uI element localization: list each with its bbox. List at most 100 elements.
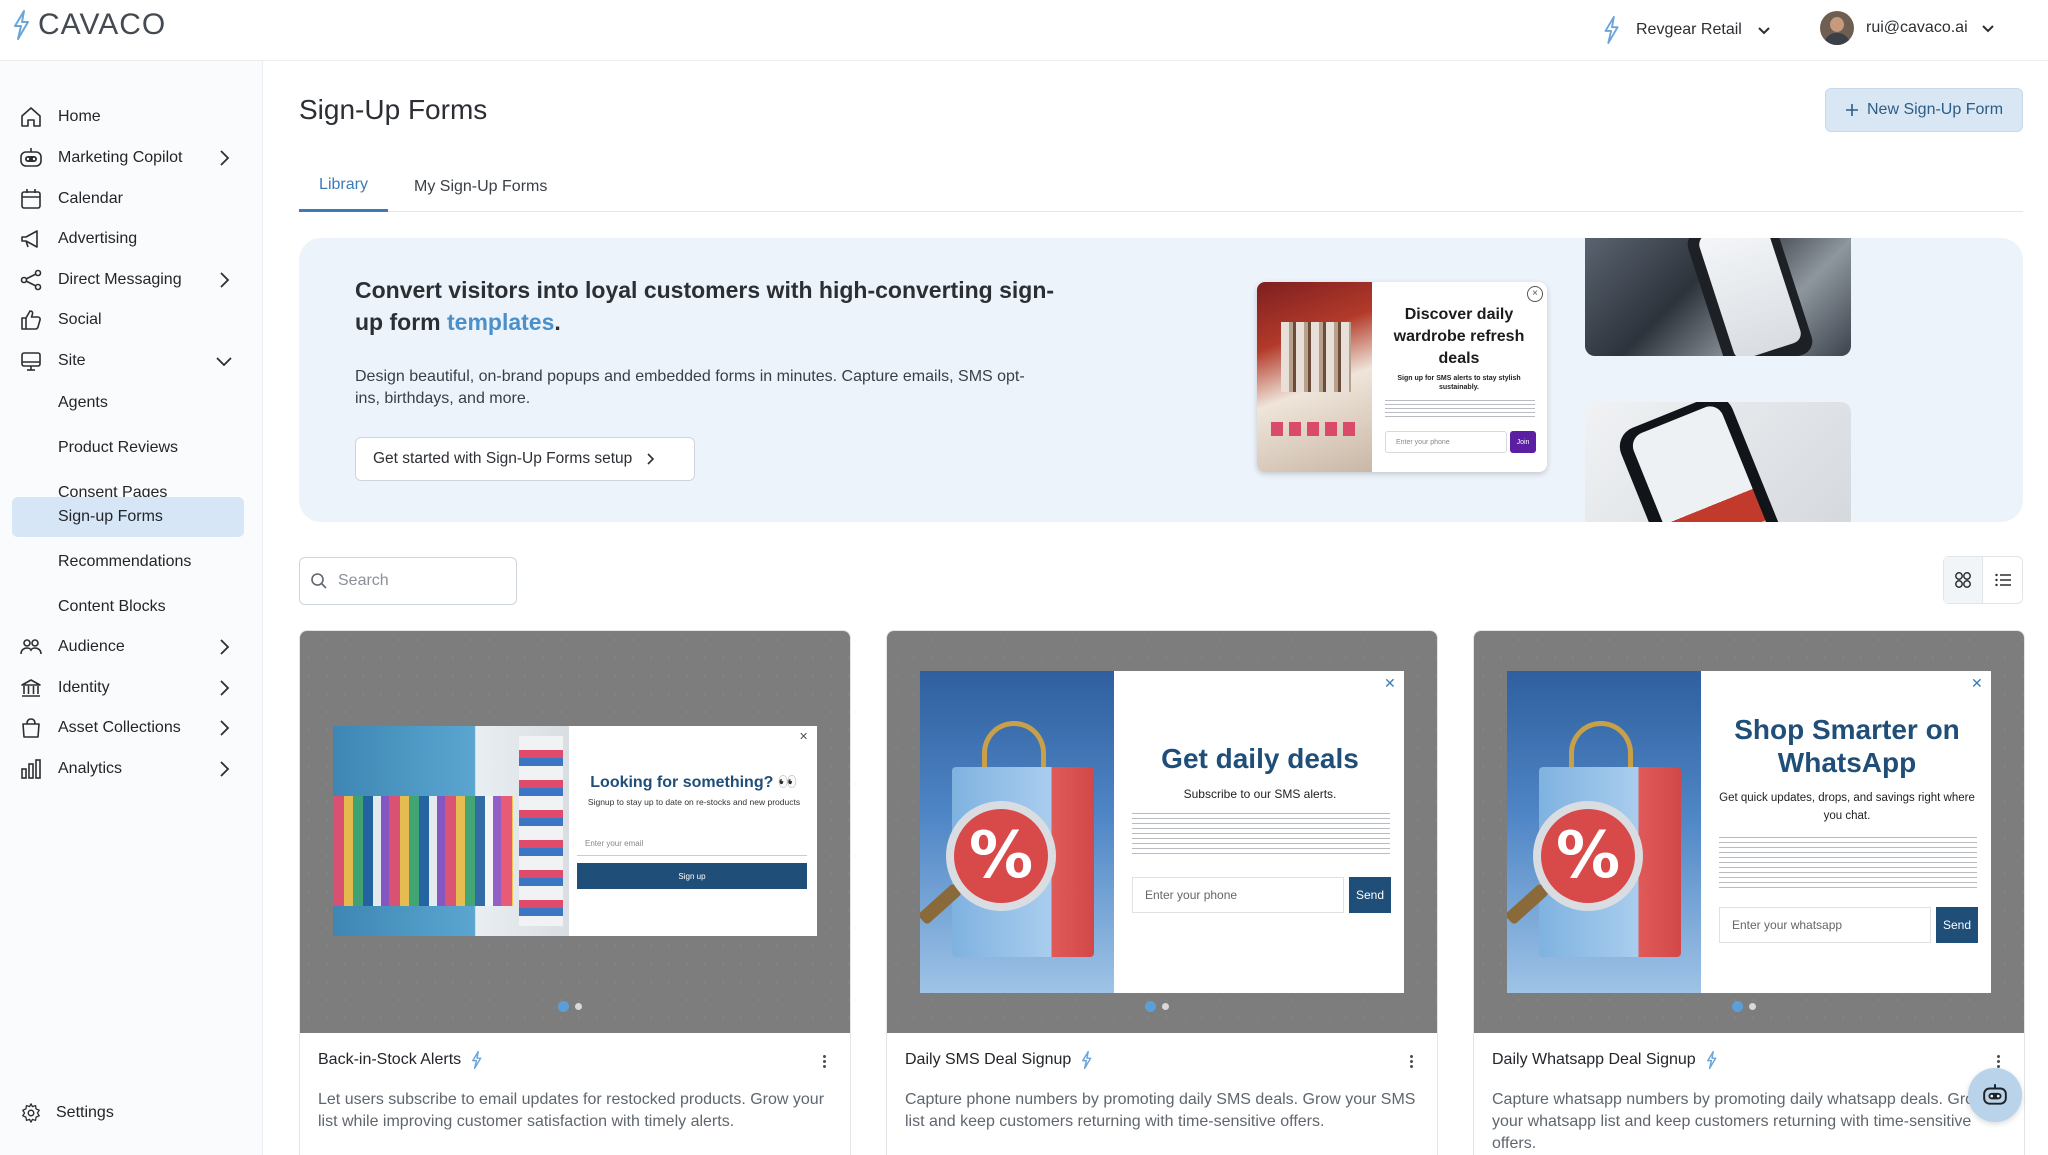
get-started-button[interactable]: Get started with Sign-Up Forms setup [355, 437, 695, 481]
search-input[interactable] [338, 572, 498, 590]
carousel-dot[interactable] [1145, 1001, 1156, 1012]
tab-label: Library [319, 176, 368, 193]
card-preview[interactable]: ✕ Looking for something? 👀 Signup to sta… [300, 631, 850, 1033]
sidebar-item-calendar[interactable]: Calendar [12, 180, 244, 218]
card-preview[interactable]: % ✕ Get daily deals Subscribe to our SMS… [887, 631, 1437, 1033]
template-card-back-in-stock[interactable]: ✕ Looking for something? 👀 Signup to sta… [299, 630, 851, 1155]
grid-view-button[interactable] [1944, 557, 1984, 603]
sidebar-item-asset-collections[interactable]: Asset Collections [12, 709, 244, 747]
bolt-icon [1082, 1051, 1092, 1069]
chevron-right-icon[interactable] [214, 270, 234, 290]
close-icon: ✕ [1971, 675, 1983, 691]
sidebar-item-content-blocks[interactable]: Content Blocks [12, 587, 244, 627]
carousel-dot[interactable] [1749, 1003, 1756, 1010]
sidebar-item-recommendations[interactable]: Recommendations [12, 542, 244, 582]
sidebar-item-home[interactable]: Home [12, 98, 244, 136]
page-title: Sign-Up Forms [299, 94, 488, 125]
bolt-icon [1604, 16, 1619, 44]
sidebar-item-label: Product Reviews [58, 439, 179, 456]
search-box[interactable] [299, 557, 517, 605]
preview-title: Shop Smarter on WhatsApp [1734, 714, 1960, 778]
sidebar-item-audience[interactable]: Audience [12, 628, 244, 666]
chevron-right-icon[interactable] [214, 718, 234, 738]
app-logo[interactable]: CAVACO [12, 8, 166, 42]
carousel-dot[interactable] [575, 1003, 582, 1010]
boutique-image [1257, 282, 1372, 472]
chevron-right-icon[interactable] [214, 637, 234, 657]
carousel-dot[interactable] [1162, 1003, 1169, 1010]
sidebar-item-site[interactable]: Site [12, 342, 244, 380]
sidebar-item-agents[interactable]: Agents [12, 383, 244, 423]
sidebar-item-marketing-copilot[interactable]: Marketing Copilot [12, 139, 244, 177]
chevron-right-icon[interactable] [214, 678, 234, 698]
assistant-chat-button[interactable] [1968, 1068, 2022, 1122]
chevron-down-icon[interactable] [214, 351, 234, 371]
gear-icon [22, 1103, 40, 1123]
headline-accent[interactable]: templates [447, 309, 554, 335]
sidebar-item-advertising[interactable]: Advertising [12, 220, 244, 258]
plus-icon [1845, 104, 1858, 116]
more-options-icon[interactable] [816, 1051, 832, 1071]
shopping-bag-image: % [1507, 671, 1701, 993]
tab-bar: Library My Sign-Up Forms [299, 161, 2023, 212]
tab-library[interactable]: Library [299, 161, 388, 212]
close-icon: ✕ [799, 731, 809, 743]
sidebar-item-sign-up-forms[interactable]: Sign-up Forms [12, 497, 244, 537]
tab-label: My Sign-Up Forms [414, 177, 548, 195]
bolt-logo-icon [14, 10, 29, 40]
sidebar-item-social[interactable]: Social [12, 301, 244, 339]
promo-phone-input: Enter your phone [1385, 431, 1507, 453]
shopify-phone-image [1585, 402, 1851, 522]
new-sign-up-form-button[interactable]: New Sign-Up Form [1825, 88, 2023, 132]
carousel-dots[interactable] [1145, 1001, 1169, 1012]
sidebar-item-label: Home [58, 108, 101, 125]
settings-label: Settings [56, 1104, 114, 1121]
sidebar-item-analytics[interactable]: Analytics [12, 750, 244, 788]
preview-whatsapp-input: Enter your whatsapp [1719, 907, 1931, 943]
monitor-icon [18, 348, 44, 374]
card-description: Capture phone numbers by promoting daily… [905, 1091, 1416, 1130]
store-switcher[interactable]: Revgear Retail [1602, 12, 1772, 48]
logo-text: CAVACO [38, 8, 167, 41]
bolt-icon [1706, 1051, 1716, 1069]
sidebar-item-direct-messaging[interactable]: Direct Messaging [12, 261, 244, 299]
sidebar-item-label: Asset Collections [58, 719, 181, 736]
preview-email-input: Enter your email [577, 832, 807, 856]
preview-fine-print [1719, 837, 1977, 889]
promo-title: Discover daily wardrobe refresh deals [1393, 306, 1525, 367]
sidebar-item-label: Identity [58, 679, 110, 696]
sidebar-item-settings[interactable]: Settings [20, 1102, 114, 1124]
popup-preview: ✕ Looking for something? 👀 Signup to sta… [333, 726, 817, 936]
shopping-bag-icon [18, 715, 44, 741]
carousel-dot[interactable] [558, 1001, 569, 1012]
store-name: Revgear Retail [1636, 21, 1742, 38]
card-title-row: Daily SMS Deal Signup [905, 1051, 1093, 1069]
template-card-daily-whatsapp[interactable]: % ✕ Shop Smarter on WhatsApp Get quick u… [1473, 630, 2025, 1155]
bank-icon [18, 675, 44, 701]
sidebar-item-identity[interactable]: Identity [12, 669, 244, 707]
chevron-right-icon[interactable] [214, 759, 234, 779]
preview-send-button: Send [1936, 907, 1978, 943]
preview-fine-print [1132, 813, 1390, 857]
more-options-icon[interactable] [1403, 1051, 1419, 1071]
user-menu[interactable]: rui@cavaco.ai [1820, 8, 1996, 48]
phone-photo-image [1585, 238, 1851, 356]
sidebar-item-label: Calendar [58, 190, 123, 207]
sidebar-item-label: Agents [58, 394, 108, 411]
share-icon [18, 267, 44, 293]
sidebar-item-label: Marketing Copilot [58, 149, 183, 166]
top-bar: CAVACO Revgear Retail rui@cavaco.ai [0, 0, 2048, 61]
template-card-daily-sms[interactable]: % ✕ Get daily deals Subscribe to our SMS… [886, 630, 1438, 1155]
tab-my-sign-up-forms[interactable]: My Sign-Up Forms [414, 161, 547, 212]
list-view-button[interactable] [1983, 557, 2022, 603]
main-content: Sign-Up Forms New Sign-Up Form Library M… [264, 61, 2048, 1155]
sidebar-item-product-reviews[interactable]: Product Reviews [12, 428, 244, 468]
chevron-right-icon[interactable] [214, 148, 234, 168]
carousel-dot[interactable] [1732, 1001, 1743, 1012]
card-title-row: Back-in-Stock Alerts [318, 1051, 483, 1069]
carousel-dots[interactable] [558, 1001, 582, 1012]
chevron-down-icon [1981, 25, 1994, 33]
carousel-dots[interactable] [1732, 1001, 1756, 1012]
sidebar-item-label: Social [58, 311, 102, 328]
card-preview[interactable]: % ✕ Shop Smarter on WhatsApp Get quick u… [1474, 631, 2024, 1033]
